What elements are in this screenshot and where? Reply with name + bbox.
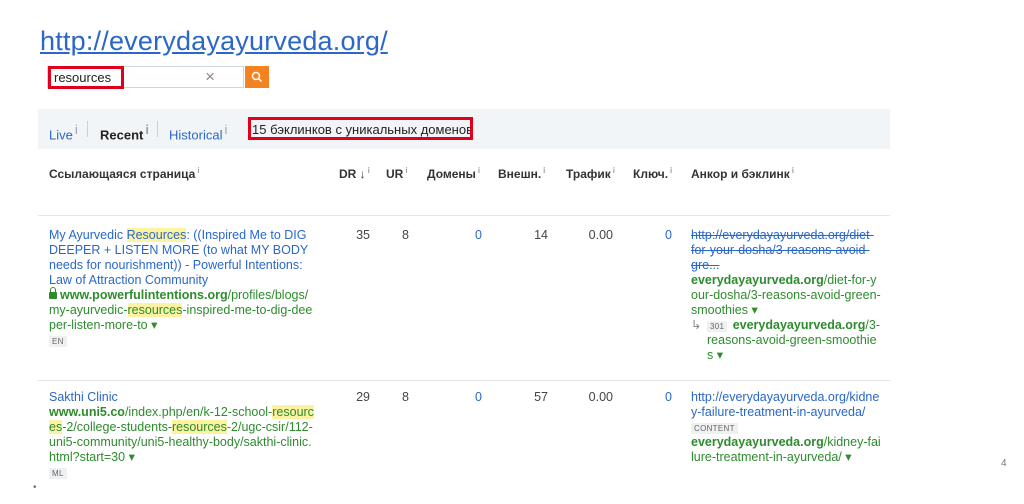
tab-historical[interactable]: Historical i (169, 122, 227, 142)
lock-icon (49, 287, 57, 300)
lost-backlink-url[interactable]: http://everydayayurveda.org/diet-for-you… (691, 228, 891, 273)
table-row-1-page: My Ayurvedic Resources: ((Inspired Me to… (49, 228, 329, 348)
table-row-2-page: Sakthi Clinic www.uni5.co/index.php/en/k… (49, 390, 329, 480)
anchor-backlink-cell: http://everydayayurveda.org/diet-for-you… (691, 228, 891, 363)
redirect-code-badge: 301 (706, 321, 728, 332)
col-external[interactable]: Внешн. i (498, 166, 545, 181)
external-value: 57 (534, 390, 548, 404)
anchor-backlink-cell: http://everydayayurveda.org/kidne y-failu… (691, 390, 891, 465)
chevron-down-icon[interactable]: ▾ (748, 303, 757, 317)
bullet-mark: • (33, 482, 37, 493)
backlink-url[interactable]: everydayayurveda.org/kidney-fai lure-tre… (691, 435, 891, 465)
redirect-url[interactable]: ↳ 301 everydayayurveda.org/3- reasons-av… (691, 318, 891, 363)
clear-icon[interactable]: × (205, 67, 215, 87)
referring-page-title[interactable]: My Ayurvedic Resources: ((Inspired Me to… (49, 228, 329, 288)
redirect-arrow-icon: ↳ (691, 318, 702, 332)
referring-page-title[interactable]: Sakthi Clinic (49, 390, 329, 405)
domains-value[interactable]: 0 (440, 390, 482, 405)
col-keywords[interactable]: Ключ. i (633, 166, 672, 181)
traffic-value: 0.00 (588, 390, 613, 404)
search-highlight-frame (48, 66, 124, 89)
dr-value: 29 (356, 390, 370, 404)
chevron-down-icon[interactable]: ▾ (842, 450, 851, 464)
site-url-link[interactable]: http://everydayayurveda.org/ (40, 26, 388, 57)
tab-recent[interactable]: Recent i (100, 122, 149, 142)
anchor-text[interactable]: http://everydayayurveda.org/kidne y-failu… (691, 390, 891, 420)
col-traffic[interactable]: Трафик i (566, 166, 615, 181)
tab-divider (157, 121, 158, 137)
ur-value: 8 (402, 390, 409, 404)
col-dr[interactable]: DR ↓ i (339, 166, 370, 181)
chevron-down-icon[interactable]: ▾ (148, 318, 157, 332)
ur-value: 8 (402, 228, 409, 242)
referring-page-url[interactable]: www.uni5.co/index.php/en/k-12-school-res… (49, 405, 329, 465)
row-divider (38, 380, 890, 381)
keywords-value[interactable]: 0 (630, 390, 672, 405)
chevron-down-icon[interactable]: ▾ (125, 450, 135, 464)
keywords-value[interactable]: 0 (630, 228, 672, 243)
content-badge: CONTENT (691, 423, 738, 434)
summary-highlight-frame (248, 117, 473, 140)
chevron-down-icon[interactable]: ▾ (713, 348, 723, 362)
search-button[interactable] (245, 66, 269, 88)
page-marker: 4 (1001, 458, 1007, 469)
domains-value[interactable]: 0 (440, 228, 482, 243)
tab-live[interactable]: Live i (49, 122, 78, 142)
col-domains[interactable]: Домены i (427, 166, 480, 181)
col-referring-page[interactable]: Ссылающаяся страница i (49, 166, 200, 181)
tab-divider (87, 121, 88, 137)
backlink-url[interactable]: everydayayurveda.org/diet-for-y our-dosh… (691, 273, 891, 318)
search-icon (251, 71, 263, 83)
col-ur[interactable]: UR i (386, 166, 408, 181)
external-value: 14 (534, 228, 548, 242)
col-anchor-backlink[interactable]: Анкор и бэклинк i (691, 166, 794, 181)
language-badge: EN (49, 336, 67, 347)
dr-value: 35 (356, 228, 370, 242)
row-divider (38, 215, 890, 216)
traffic-value: 0.00 (588, 228, 613, 242)
referring-page-url[interactable]: www.powerfulintentions.org/profiles/blog… (49, 287, 329, 333)
language-badge: ML (49, 468, 67, 479)
